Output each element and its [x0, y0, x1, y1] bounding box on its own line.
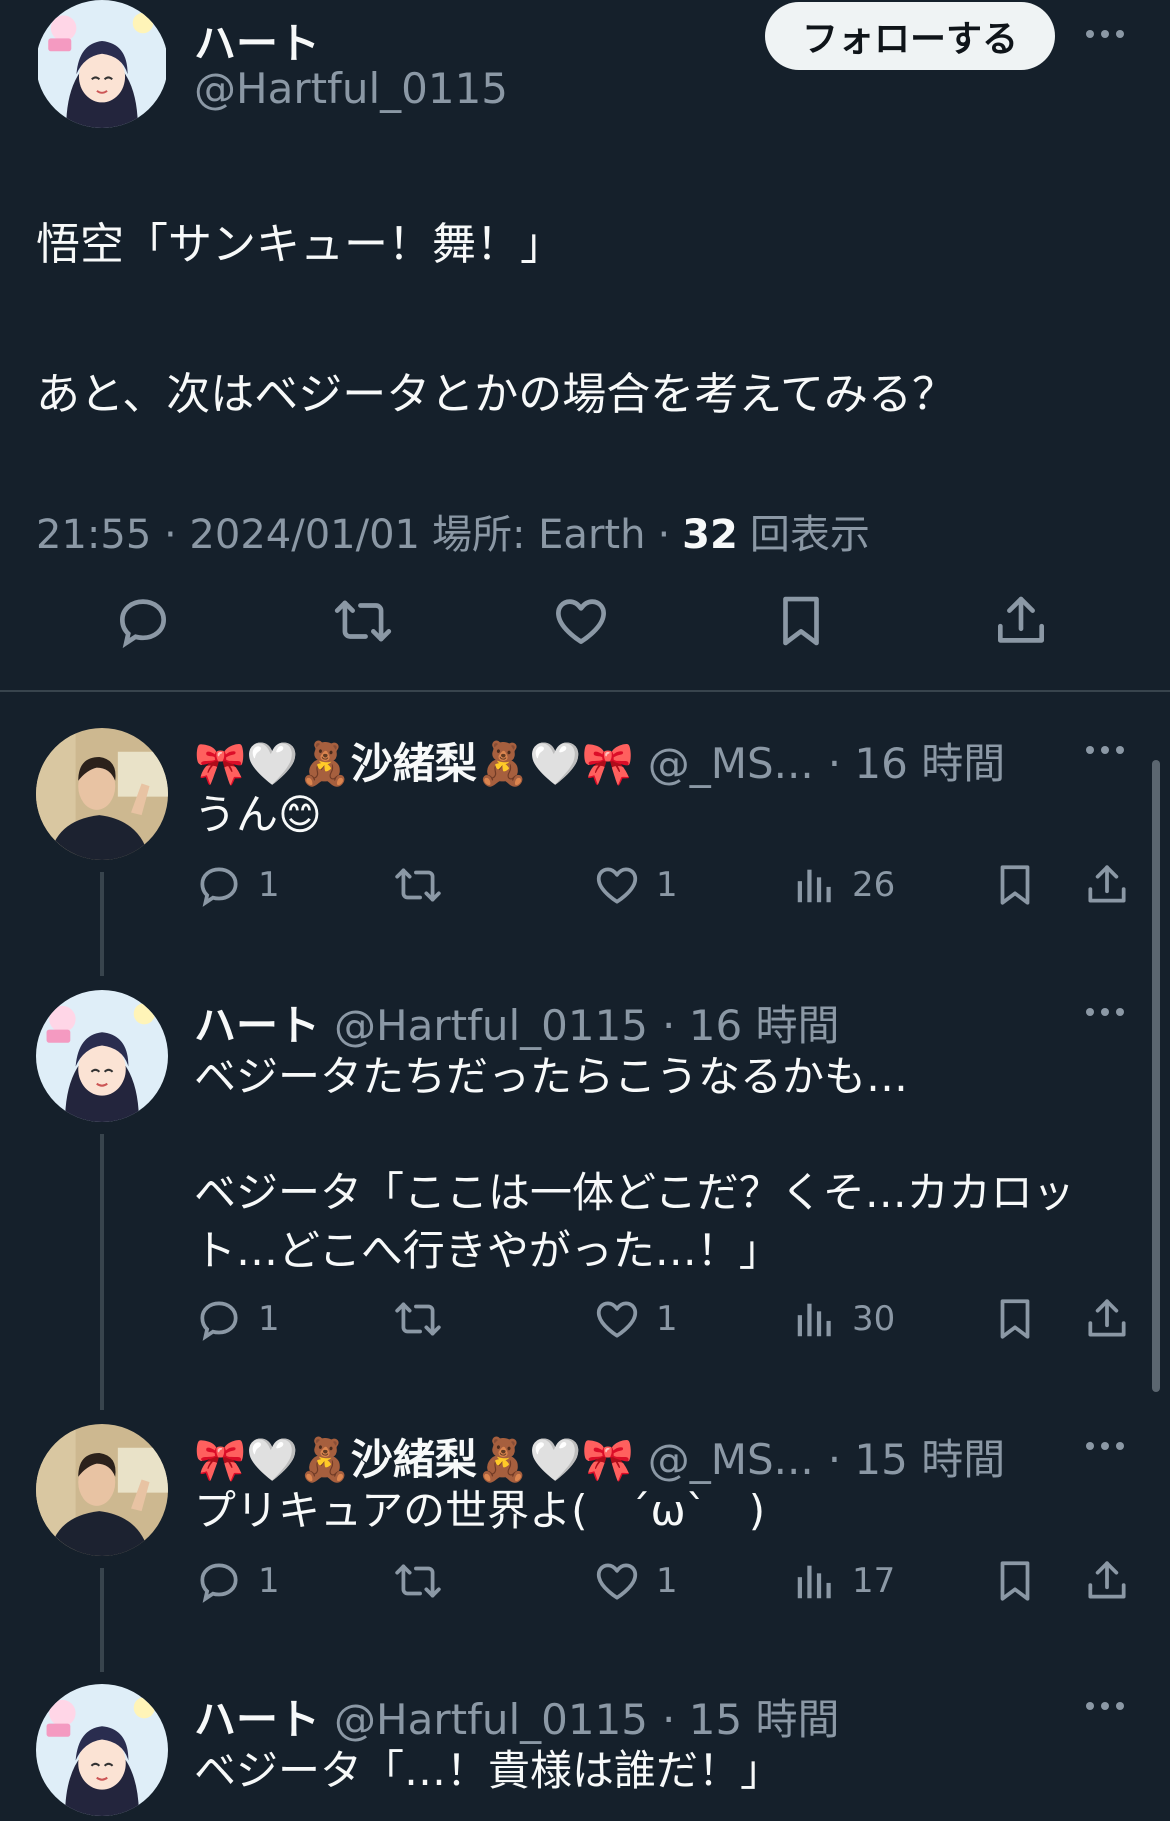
view-count: 26 [852, 865, 896, 905]
more-icon[interactable] [1086, 1442, 1124, 1450]
views-icon [792, 1556, 838, 1606]
reply-handle[interactable]: @Hartful_0115 [334, 1695, 648, 1744]
reply-time[interactable]: · 15 時間 [662, 1686, 840, 1747]
reply-text: ベジータたちだったらこうなるかも… ベジータ「ここは一体どこだ？くそ…カカロッ … [194, 1052, 1075, 1275]
views-label: 回表示 [749, 512, 870, 558]
share-icon[interactable] [1082, 1556, 1132, 1606]
author-avatar[interactable] [36, 0, 168, 128]
views-action[interactable]: 30 [792, 1294, 895, 1344]
reply-tweet[interactable]: 🎀🤍🧸沙緒梨🧸🤍🎀 @_MS... · 15 時間 プリキュアの世界よ( ˊωˋ… [0, 1406, 1140, 1636]
views-icon [792, 860, 838, 910]
reply-header: ハート @Hartful_0115 · 16 時間 [194, 992, 840, 1053]
retweet-icon [392, 1556, 444, 1606]
more-icon[interactable] [1086, 30, 1124, 38]
reply-time[interactable]: · 16 時間 [828, 730, 1006, 791]
reply-header: 🎀🤍🧸沙緒梨🧸🤍🎀 @_MS... · 16 時間 [194, 730, 1005, 791]
reply-handle[interactable]: @Hartful_0115 [334, 1001, 648, 1050]
reply-avatar[interactable] [36, 1424, 168, 1556]
reply-header: ハート @Hartful_0115 · 15 時間 [194, 1686, 840, 1747]
like-action[interactable]: 1 [592, 1556, 678, 1606]
retweet-icon [392, 860, 444, 910]
like-count: 1 [656, 1299, 678, 1339]
like-count: 1 [656, 1561, 678, 1601]
share-icon[interactable] [990, 590, 1052, 652]
reply-action[interactable]: 1 [194, 1294, 280, 1344]
author-handle[interactable]: @Hartful_0115 [194, 64, 508, 113]
author-display-name[interactable]: ハート [194, 10, 320, 71]
reply-avatar[interactable] [36, 728, 168, 860]
tweet-location: 場所: Earth [431, 512, 646, 558]
reply-icon[interactable] [112, 590, 174, 652]
reply-tweet[interactable]: ハート @Hartful_0115 · 16 時間 ベジータたちだったらこうなる… [0, 972, 1140, 1382]
view-count: 30 [852, 1299, 896, 1339]
more-icon[interactable] [1086, 1008, 1124, 1016]
reply-display-name[interactable]: ハート [194, 1686, 320, 1747]
views-icon [792, 1294, 838, 1344]
like-action[interactable]: 1 [592, 1294, 678, 1344]
tweet-timestamp[interactable]: 21:55 · 2024/01/01 [36, 512, 420, 558]
retweet-action[interactable] [392, 860, 458, 910]
reply-icon [194, 1556, 244, 1606]
retweet-icon [392, 1294, 444, 1344]
views-action[interactable]: 17 [792, 1556, 895, 1606]
meta-separator: · [657, 512, 671, 558]
tweet-text-line2: あと、次はベジータとかの場合を考えてみる？ [36, 369, 957, 420]
tweet-meta: 21:55 · 2024/01/01 場所: Earth · 32 回表示 [36, 502, 870, 560]
reply-display-name[interactable]: 🎀🤍🧸沙緒梨🧸🤍🎀 [194, 730, 634, 791]
reply-header: 🎀🤍🧸沙緒梨🧸🤍🎀 @_MS... · 15 時間 [194, 1426, 1005, 1487]
bookmark-icon[interactable] [770, 590, 832, 652]
reply-display-name[interactable]: ハート [194, 992, 320, 1053]
follow-button[interactable]: フォローする [765, 2, 1055, 70]
more-icon[interactable] [1086, 1702, 1124, 1710]
reply-handle[interactable]: @_MS... [648, 1435, 814, 1484]
tweet-text-line1: 悟空「サンキュー！舞！」 [36, 219, 564, 270]
retweet-icon[interactable] [330, 590, 396, 652]
reply-action[interactable]: 1 [194, 1556, 280, 1606]
reply-count: 1 [258, 865, 280, 905]
views-action[interactable]: 26 [792, 860, 895, 910]
reply-text: うん😊 [194, 790, 322, 839]
reply-icon [194, 1294, 244, 1344]
reply-text: プリキュアの世界よ( ˊωˋ ) [194, 1486, 766, 1535]
like-count: 1 [656, 865, 678, 905]
more-icon[interactable] [1086, 746, 1124, 754]
reply-avatar[interactable] [36, 990, 168, 1122]
bookmark-icon[interactable] [990, 1294, 1040, 1344]
reply-action[interactable]: 1 [194, 860, 280, 910]
reply-count: 1 [258, 1299, 280, 1339]
reply-handle[interactable]: @_MS... [648, 739, 814, 788]
reply-text: ベジータ「…！貴様は誰だ！」 [194, 1746, 783, 1795]
like-action[interactable]: 1 [592, 860, 678, 910]
reply-icon [194, 860, 244, 910]
view-count: 17 [852, 1561, 896, 1601]
reply-avatar[interactable] [36, 1684, 168, 1816]
heart-icon [592, 860, 642, 910]
tweet-actions [0, 590, 1170, 670]
scrollbar-thumb[interactable] [1152, 760, 1160, 1392]
retweet-action[interactable] [392, 1294, 458, 1344]
bookmark-icon[interactable] [990, 860, 1040, 910]
views-count: 32 [682, 512, 738, 558]
reply-count: 1 [258, 1561, 280, 1601]
heart-icon [592, 1294, 642, 1344]
reply-display-name[interactable]: 🎀🤍🧸沙緒梨🧸🤍🎀 [194, 1426, 634, 1487]
reply-tweet[interactable]: 🎀🤍🧸沙緒梨🧸🤍🎀 @_MS... · 16 時間 うん😊 1 1 26 [0, 710, 1140, 940]
share-icon[interactable] [1082, 1294, 1132, 1344]
reply-time[interactable]: · 15 時間 [828, 1426, 1006, 1487]
reply-tweet[interactable]: ハート @Hartful_0115 · 15 時間 ベジータ「…！貴様は誰だ！」 [0, 1666, 1140, 1821]
divider [0, 690, 1170, 692]
heart-icon[interactable] [550, 590, 612, 652]
heart-icon [592, 1556, 642, 1606]
bookmark-icon[interactable] [990, 1556, 1040, 1606]
share-icon[interactable] [1082, 860, 1132, 910]
retweet-action[interactable] [392, 1556, 458, 1606]
reply-time[interactable]: · 16 時間 [662, 992, 840, 1053]
